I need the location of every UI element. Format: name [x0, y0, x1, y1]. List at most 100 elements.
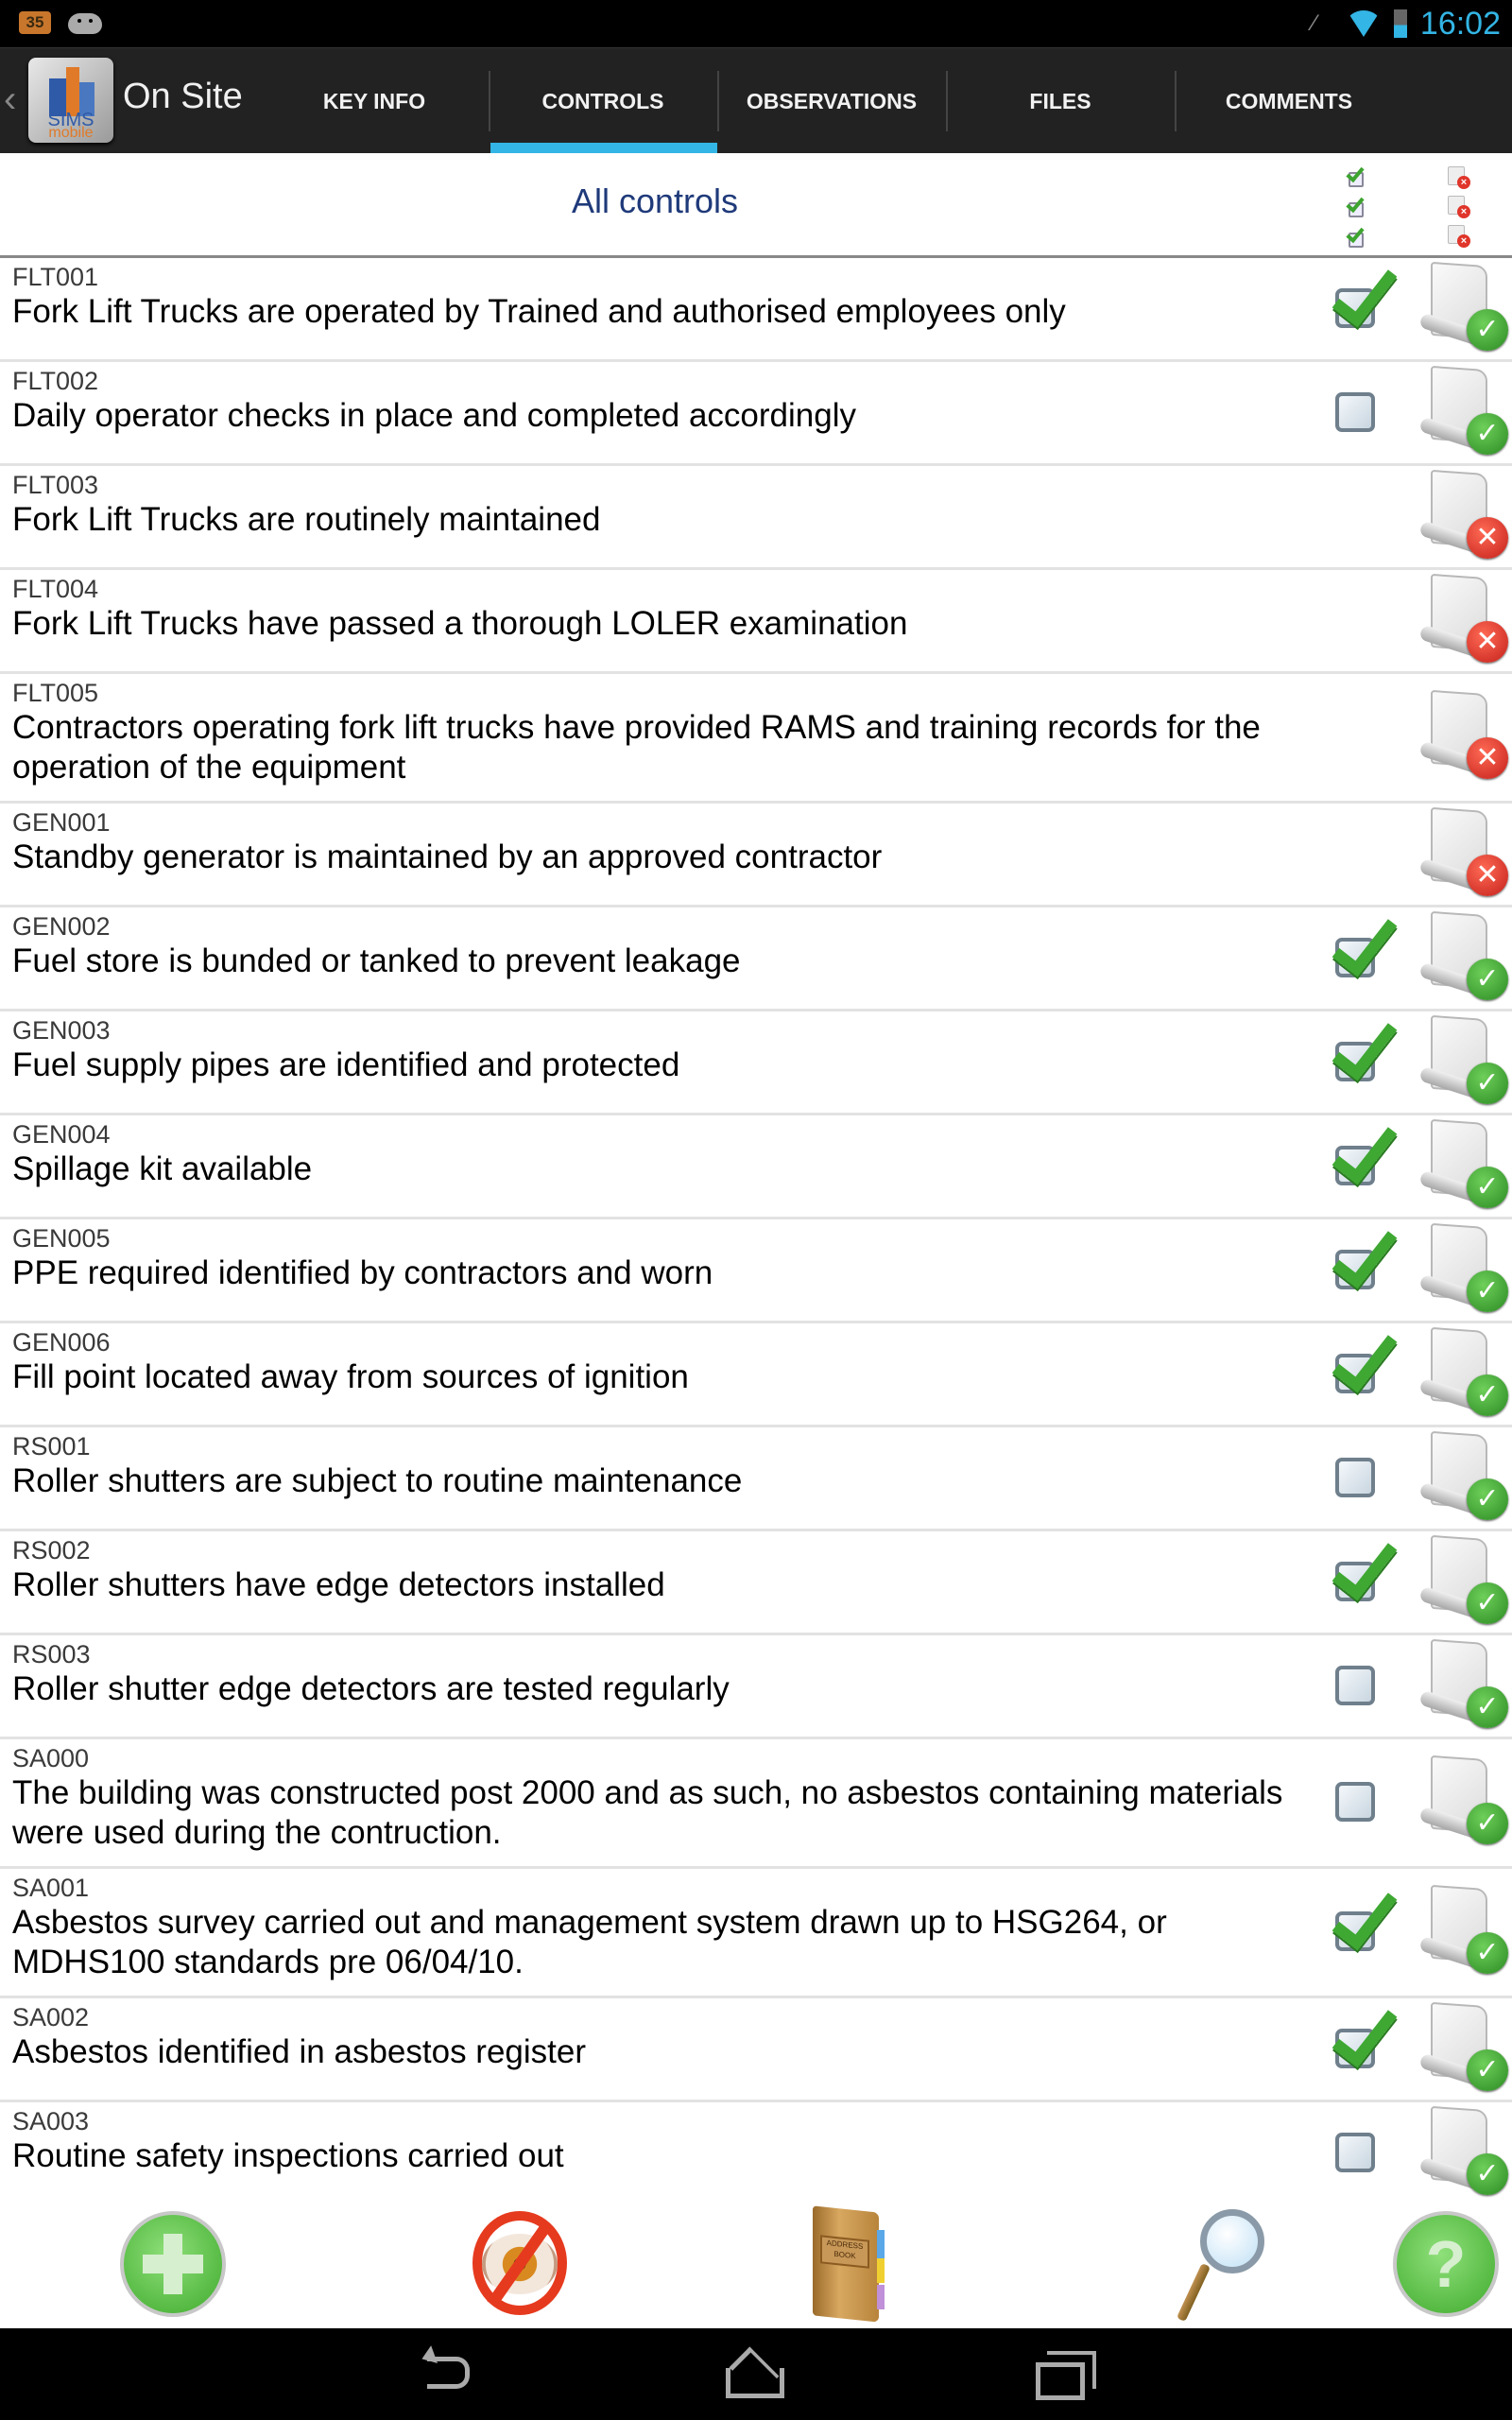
- document-ok-button[interactable]: ✓: [1418, 2001, 1510, 2097]
- help-button[interactable]: ?: [1389, 2209, 1503, 2319]
- document-ok-button[interactable]: ✓: [1418, 1326, 1510, 1422]
- system-nav-bar: [0, 2328, 1512, 2420]
- green-check-badge-icon: ✓: [1467, 1062, 1508, 1104]
- document-missing-button[interactable]: ✕: [1418, 806, 1510, 902]
- control-row-sa000[interactable]: SA000 The building was constructed post …: [0, 1739, 1512, 1869]
- green-check-badge-icon: ✓: [1467, 308, 1508, 351]
- checkbox-box-icon: [1335, 391, 1375, 432]
- controls-list[interactable]: FLT001 Fork Lift Trucks are operated by …: [0, 258, 1512, 2200]
- checkbox-checked[interactable]: [1332, 906, 1398, 979]
- checkbox-unchecked[interactable]: [1335, 1778, 1381, 1824]
- control-row-rs001[interactable]: RS001 Roller shutters are subject to rou…: [0, 1427, 1512, 1531]
- clock: 16:02: [1419, 5, 1501, 42]
- checkbox-unchecked[interactable]: [1335, 389, 1381, 434]
- document-missing-button[interactable]: ✕: [1418, 689, 1510, 785]
- address-book-button[interactable]: ADDRESS BOOK: [794, 2205, 907, 2323]
- control-description: Fork Lift Trucks are operated by Trained…: [12, 293, 1066, 330]
- action-bar: ‹ SIMS mobile On Site KEY INFO CONTROLS …: [0, 47, 1512, 154]
- control-code: GEN005: [12, 1224, 111, 1253]
- mini-check-icon: [1346, 223, 1366, 248]
- red-x-badge-icon: ✕: [1467, 620, 1508, 663]
- checkbox-checked[interactable]: [1332, 1996, 1398, 2070]
- document-ok-button[interactable]: ✓: [1418, 1534, 1510, 1630]
- control-row-gen001[interactable]: GEN001 Standby generator is maintained b…: [0, 804, 1512, 908]
- nav-recents-button[interactable]: [1030, 2347, 1106, 2400]
- document-ok-button[interactable]: ✓: [1418, 1014, 1510, 1110]
- document-ok-button[interactable]: ✓: [1418, 910, 1510, 1006]
- back-chevron-icon[interactable]: ‹: [4, 78, 16, 121]
- check-all-button[interactable]: [1346, 163, 1375, 248]
- control-row-flt005[interactable]: FLT005 Contractors operating fork lift t…: [0, 674, 1512, 804]
- document-ok-button[interactable]: ✓: [1418, 365, 1510, 460]
- search-button[interactable]: [1153, 2209, 1266, 2323]
- control-row-sa002[interactable]: SA002 Asbestos identified in asbestos re…: [0, 1996, 1512, 2102]
- control-row-gen005[interactable]: GEN005 PPE required identified by contra…: [0, 1218, 1512, 1323]
- tab-key-info[interactable]: KEY INFO: [260, 48, 489, 154]
- checkbox-checked[interactable]: [1332, 1114, 1398, 1187]
- checkbox-unchecked[interactable]: [1335, 2129, 1381, 2174]
- control-description: Fork Lift Trucks have passed a thorough …: [12, 605, 908, 642]
- control-description: The building was constructed post 2000 a…: [12, 1774, 1283, 1851]
- hide-button[interactable]: [463, 2209, 576, 2319]
- control-row-gen002[interactable]: GEN002 Fuel store is bunded or tanked to…: [0, 906, 1512, 1011]
- control-description: Asbestos identified in asbestos register: [12, 2033, 586, 2070]
- red-x-badge-icon: ✕: [1467, 854, 1508, 896]
- checkbox-checked[interactable]: [1332, 1010, 1398, 1083]
- control-code: RS001: [12, 1432, 91, 1461]
- bottom-toolbar: ADDRESS BOOK ?: [0, 2200, 1512, 2328]
- control-row-rs002[interactable]: RS002 Roller shutters have edge detector…: [0, 1530, 1512, 1635]
- control-row-gen006[interactable]: GEN006 Fill point located away from sour…: [0, 1322, 1512, 1427]
- control-description: Contractors operating fork lift trucks h…: [12, 709, 1261, 786]
- document-missing-button[interactable]: ✕: [1418, 573, 1510, 668]
- control-row-sa001[interactable]: SA001 Asbestos survey carried out and ma…: [0, 1869, 1512, 1998]
- add-control-button[interactable]: [116, 2209, 230, 2319]
- logo-text-mobile: mobile: [48, 125, 94, 141]
- control-code: FLT005: [12, 679, 99, 707]
- tab-files[interactable]: FILES: [946, 48, 1175, 154]
- document-ok-button[interactable]: ✓: [1418, 1754, 1510, 1850]
- checkbox-unchecked[interactable]: [1335, 1662, 1381, 1707]
- control-row-flt001[interactable]: FLT001 Fork Lift Trucks are operated by …: [0, 258, 1512, 362]
- app-logo[interactable]: SIMS mobile: [28, 58, 113, 143]
- document-ok-button[interactable]: ✓: [1418, 1884, 1510, 1979]
- control-row-flt003[interactable]: FLT003 Fork Lift Trucks are routinely ma…: [0, 466, 1512, 570]
- control-code: SA000: [12, 1744, 90, 1772]
- document-ok-button[interactable]: ✓: [1418, 1430, 1510, 1526]
- control-code: FLT002: [12, 367, 99, 395]
- document-ok-button[interactable]: ✓: [1418, 2105, 1510, 2201]
- control-code: GEN002: [12, 912, 111, 941]
- control-code: SA001: [12, 1874, 90, 1902]
- control-row-rs003[interactable]: RS003 Roller shutter edge detectors are …: [0, 1635, 1512, 1739]
- help-glyph: ?: [1425, 2227, 1467, 2301]
- control-row-gen004[interactable]: GEN004 Spillage kit available ✓: [0, 1114, 1512, 1219]
- nav-home-button[interactable]: [718, 2346, 794, 2400]
- document-missing-button[interactable]: ✕: [1418, 469, 1510, 564]
- checkbox-checked[interactable]: [1332, 1322, 1398, 1395]
- document-ok-button[interactable]: ✓: [1418, 1638, 1510, 1734]
- checkbox-checked[interactable]: [1332, 1879, 1398, 1953]
- control-code: FLT001: [12, 263, 99, 291]
- mini-document-missing-icon: ×: [1446, 196, 1470, 218]
- checkbox-checked[interactable]: [1332, 1530, 1398, 1603]
- checkbox-checked[interactable]: [1332, 1218, 1398, 1291]
- nav-back-button[interactable]: [416, 2345, 491, 2400]
- tab-controls[interactable]: CONTROLS: [489, 48, 717, 154]
- control-row-flt002[interactable]: FLT002 Daily operator checks in place an…: [0, 362, 1512, 466]
- tab-observations[interactable]: OBSERVATIONS: [717, 48, 946, 154]
- mini-check-icon: [1346, 193, 1366, 217]
- checkbox-checked[interactable]: [1332, 258, 1398, 330]
- control-row-sa003[interactable]: SA003 Routine safety inspections carried…: [0, 2102, 1512, 2200]
- control-description: Daily operator checks in place and compl…: [12, 397, 856, 434]
- document-ok-button[interactable]: ✓: [1418, 1222, 1510, 1318]
- missing-documents-filter-button[interactable]: × × ×: [1446, 166, 1474, 248]
- document-ok-button[interactable]: ✓: [1418, 261, 1510, 356]
- mute-icon: ⁄: [1312, 10, 1316, 36]
- control-row-gen003[interactable]: GEN003 Fuel supply pipes are identified …: [0, 1010, 1512, 1115]
- green-check-badge-icon: ✓: [1467, 1685, 1508, 1728]
- control-row-flt004[interactable]: FLT004 Fork Lift Trucks have passed a th…: [0, 570, 1512, 674]
- document-ok-button[interactable]: ✓: [1418, 1118, 1510, 1214]
- control-description: Roller shutters have edge detectors inst…: [12, 1566, 665, 1603]
- control-description: Fill point located away from sources of …: [12, 1358, 689, 1395]
- tab-comments[interactable]: COMMENTS: [1175, 48, 1403, 154]
- checkbox-unchecked[interactable]: [1335, 1454, 1381, 1499]
